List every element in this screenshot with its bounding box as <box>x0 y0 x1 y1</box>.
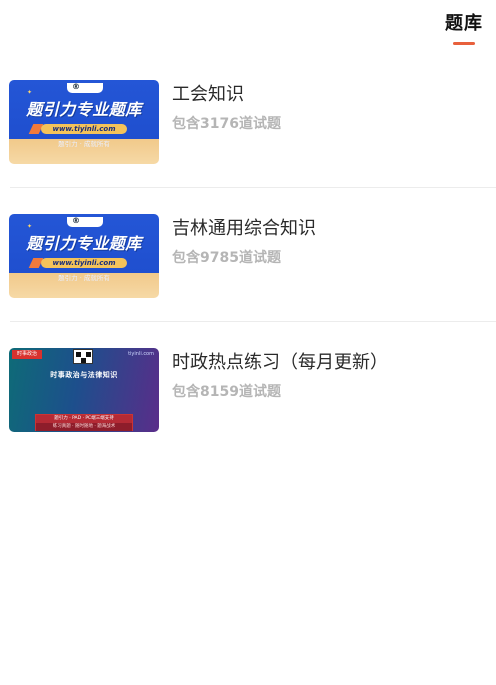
divider <box>10 321 496 322</box>
list-item[interactable]: ✦ ® 题引力专业题库 www.tiyinli.com 题引力 · 成就所有 吉… <box>0 214 496 348</box>
item-question-count: 包含9785道试题 <box>172 250 281 266</box>
thumbnail-tagline: 题引力 · 成就所有 <box>58 140 110 148</box>
thumbnail-site: tiyinli.com <box>128 351 154 357</box>
tab-active-indicator <box>453 42 475 45</box>
logo-icon: ® <box>72 216 80 225</box>
item-thumbnail: ✦ ® 题引力专业题库 www.tiyinli.com 题引力 · 成就所有 <box>9 214 159 298</box>
item-title[interactable]: 吉林通用综合知识 <box>172 216 486 242</box>
item-thumbnail: ✦ ® 题引力专业题库 www.tiyinli.com 题引力 · 成就所有 <box>9 80 159 164</box>
item-title[interactable]: 工会知识 <box>172 82 486 108</box>
item-question-count: 包含3176道试题 <box>172 116 281 132</box>
divider <box>10 187 496 188</box>
thumbnail-headline: 时事政治与法律知识 <box>50 371 118 379</box>
item-question-count: 包含8159道试题 <box>172 384 281 400</box>
item-title[interactable]: 时政热点练习（每月更新） <box>172 350 486 376</box>
thumbnail-headline: 题引力专业题库 <box>26 100 142 119</box>
thumbnail-tagline: 题引力 · 成就所有 <box>58 274 110 282</box>
item-info: 时政热点练习（每月更新） 包含8159道试题 <box>172 350 486 402</box>
tab-question-bank[interactable]: 题库 <box>442 11 486 45</box>
thumbnail-feature-box: 题引力 · PAD · PC端三端支持 练习真题 · 随时随地 · 题海战术 <box>35 414 133 431</box>
item-thumbnail: 时事政治 tiyinli.com 时事政治与法律知识 题引力 · PAD · P… <box>9 348 159 432</box>
thumbnail-url: www.tiyinli.com <box>52 125 116 133</box>
logo-icon: ® <box>72 82 80 91</box>
qr-code-icon <box>73 349 93 364</box>
thumbnail-url: www.tiyinli.com <box>52 259 116 267</box>
header: 题库 <box>0 0 496 52</box>
item-info: 吉林通用综合知识 包含9785道试题 <box>172 216 486 268</box>
thumbnail-feature-bottom: 练习真题 · 随时随地 · 题海战术 <box>36 423 132 431</box>
thumbnail-feature-top: 题引力 · PAD · PC端三端支持 <box>36 415 132 423</box>
tab-label: 题库 <box>445 13 483 34</box>
list-item[interactable]: ✦ ® 题引力专业题库 www.tiyinli.com 题引力 · 成就所有 工… <box>0 80 496 214</box>
thumbnail-corner-label: 时事政治 <box>12 350 42 359</box>
star-icon: ✦ <box>27 223 33 230</box>
item-info: 工会知识 包含3176道试题 <box>172 82 486 134</box>
star-icon: ✦ <box>27 89 33 96</box>
list-item[interactable]: 时事政治 tiyinli.com 时事政治与法律知识 题引力 · PAD · P… <box>0 348 496 482</box>
thumbnail-headline: 题引力专业题库 <box>26 234 142 253</box>
